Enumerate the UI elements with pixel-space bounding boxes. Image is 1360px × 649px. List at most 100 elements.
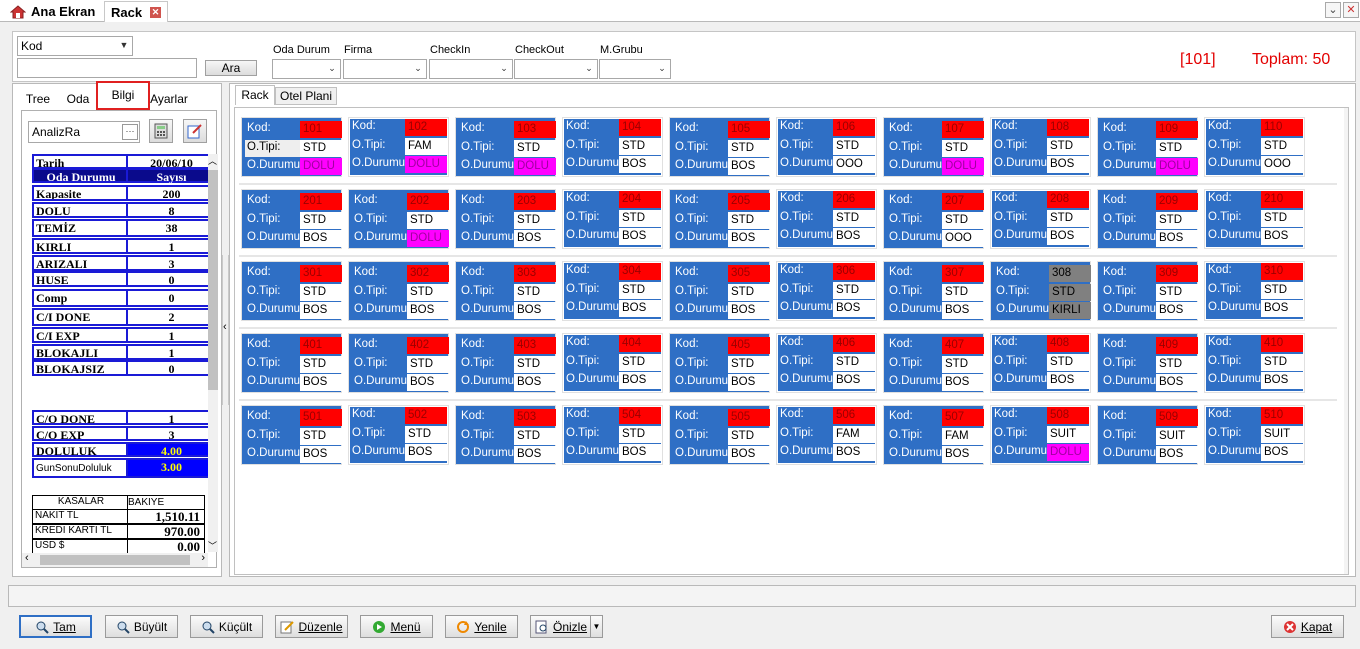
room-card[interactable]: Kod: 301 O.Tipi: STD O.Durumu: BOS (241, 261, 342, 321)
room-card[interactable]: Kod: 403 O.Tipi: STD O.Durumu: BOS (455, 333, 556, 393)
room-card[interactable]: Kod: 504 O.Tipi: STD O.Durumu: BOS (562, 405, 663, 465)
room-card[interactable]: Kod: 405 O.Tipi: STD O.Durumu: BOS (669, 333, 770, 393)
chevron-left-icon[interactable]: ‹ (25, 552, 29, 564)
room-card[interactable]: Kod: 306 O.Tipi: STD O.Durumu: BOS (776, 261, 877, 321)
duzenle-button[interactable]: Düzenle (275, 615, 348, 638)
room-card[interactable]: Kod: 406 O.Tipi: STD O.Durumu: BOS (776, 333, 877, 393)
checkin-select[interactable]: ⌄ (429, 59, 513, 79)
mgrubu-select[interactable]: ⌄ (599, 59, 671, 79)
tab-ayarlar[interactable]: Ayarlar (149, 90, 189, 110)
room-card-body: Kod: 401 O.Tipi: STD O.Durumu: BOS (242, 334, 342, 392)
room-card[interactable]: Kod: 108 O.Tipi: STD O.Durumu: BOS (990, 117, 1091, 177)
room-card[interactable]: Kod: 204 O.Tipi: STD O.Durumu: BOS (562, 189, 663, 249)
edit-button[interactable] (183, 119, 207, 143)
room-card[interactable]: Kod: 302 O.Tipi: STD O.Durumu: BOS (348, 261, 449, 321)
room-card[interactable]: Kod: 409 O.Tipi: STD O.Durumu: BOS (1097, 333, 1198, 393)
room-card[interactable]: Kod: 401 O.Tipi: STD O.Durumu: BOS (241, 333, 342, 393)
room-card[interactable]: Kod: 501 O.Tipi: STD O.Durumu: BOS (241, 405, 342, 465)
calculator-button[interactable] (149, 119, 173, 143)
tab-tree[interactable]: Tree (19, 90, 57, 110)
room-card[interactable]: Kod: 510 O.Tipi: SUIT O.Durumu: BOS (1204, 405, 1305, 465)
chevron-right-icon[interactable]: › (201, 552, 205, 564)
close-icon[interactable]: ✕ (150, 6, 162, 18)
menu-button[interactable]: Menü (360, 615, 433, 638)
buyult-button[interactable]: Büyült (105, 615, 178, 638)
room-card[interactable]: Kod: 509 O.Tipi: SUIT O.Durumu: BOS (1097, 405, 1198, 465)
chevron-down-icon[interactable]: ﹀ (208, 539, 217, 552)
chevron-up-icon[interactable]: ︿ (208, 154, 217, 167)
close-icon[interactable]: ✕ (1343, 2, 1359, 18)
room-type: STD (1156, 212, 1198, 229)
tab-otel-plani[interactable]: Otel Plani (275, 87, 337, 105)
vertical-scrollbar[interactable]: ︿ ﹀ (208, 154, 218, 552)
yenile-button[interactable]: Yenile (445, 615, 518, 638)
room-card[interactable]: Kod: 309 O.Tipi: STD O.Durumu: BOS (1097, 261, 1198, 321)
horizontal-scrollbar[interactable]: ‹ › (22, 552, 208, 567)
scrollbar-thumb[interactable] (40, 555, 190, 565)
ellipsis-icon[interactable]: ··· (122, 124, 138, 140)
room-card[interactable]: Kod: 310 O.Tipi: STD O.Durumu: BOS (1204, 261, 1305, 321)
tab-oda[interactable]: Oda (61, 90, 95, 110)
splitter-handle[interactable]: ‹ (222, 255, 229, 405)
room-card[interactable]: Kod: 104 O.Tipi: STD O.Durumu: BOS (562, 117, 663, 177)
room-card[interactable]: Kod: 203 O.Tipi: STD O.Durumu: BOS (455, 189, 556, 249)
kapat-button[interactable]: Kapat (1271, 615, 1344, 638)
room-card[interactable]: Kod: 508 O.Tipi: SUIT O.Durumu: DOLU (990, 405, 1091, 465)
room-card[interactable]: Kod: 110 O.Tipi: STD O.Durumu: OOO (1204, 117, 1305, 177)
room-card[interactable]: Kod: 402 O.Tipi: STD O.Durumu: BOS (348, 333, 449, 393)
room-card[interactable]: Kod: 210 O.Tipi: STD O.Durumu: BOS (1204, 189, 1305, 249)
room-card[interactable]: Kod: 404 O.Tipi: STD O.Durumu: BOS (562, 333, 663, 393)
chevron-down-icon[interactable]: ▼ (590, 616, 602, 637)
room-card[interactable]: Kod: 505 O.Tipi: STD O.Durumu: BOS (669, 405, 770, 465)
room-card[interactable]: Kod: 202 O.Tipi: STD O.Durumu: DOLU (348, 189, 449, 249)
firma-select[interactable]: ⌄ (343, 59, 427, 79)
tab-rack[interactable]: Rack ✕ (104, 1, 169, 22)
tam-button[interactable]: Tam (19, 615, 92, 638)
room-card[interactable]: Kod: 102 O.Tipi: FAM O.Durumu: DOLU (348, 117, 449, 177)
room-type: STD (405, 426, 447, 443)
room-status-label: O.Durumu: (780, 445, 837, 457)
tab-bilgi[interactable]: Bilgi (96, 81, 150, 110)
room-card[interactable]: Kod: 209 O.Tipi: STD O.Durumu: BOS (1097, 189, 1198, 249)
room-card[interactable]: Kod: 207 O.Tipi: STD O.Durumu: OOO (883, 189, 984, 249)
onizle-button[interactable]: Önizle ▼ (530, 615, 603, 638)
ara-button[interactable]: Ara (205, 60, 257, 76)
room-card[interactable]: Kod: 407 O.Tipi: STD O.Durumu: BOS (883, 333, 984, 393)
room-card[interactable]: Kod: 103 O.Tipi: STD O.Durumu: DOLU (455, 117, 556, 177)
room-card[interactable]: Kod: 303 O.Tipi: STD O.Durumu: BOS (455, 261, 556, 321)
room-card[interactable]: Kod: 507 O.Tipi: FAM O.Durumu: BOS (883, 405, 984, 465)
room-card[interactable]: Kod: 201 O.Tipi: STD O.Durumu: BOS (241, 189, 342, 249)
room-card[interactable]: Kod: 307 O.Tipi: STD O.Durumu: BOS (883, 261, 984, 321)
room-card[interactable]: Kod: 304 O.Tipi: STD O.Durumu: BOS (562, 261, 663, 321)
tab-ana-ekran[interactable]: Ana Ekran (4, 1, 101, 22)
chevron-down-icon[interactable]: ⌄ (1325, 2, 1341, 18)
room-card[interactable]: Kod: 205 O.Tipi: STD O.Durumu: BOS (669, 189, 770, 249)
room-card[interactable]: Kod: 106 O.Tipi: STD O.Durumu: OOO (776, 117, 877, 177)
room-card[interactable]: Kod: 408 O.Tipi: STD O.Durumu: BOS (990, 333, 1091, 393)
room-card[interactable]: Kod: 503 O.Tipi: STD O.Durumu: BOS (455, 405, 556, 465)
tab-rack-view[interactable]: Rack (235, 85, 275, 105)
search-input[interactable] (17, 58, 197, 78)
checkout-select[interactable]: ⌄ (514, 59, 598, 79)
room-card[interactable]: Kod: 109 O.Tipi: STD O.Durumu: DOLU (1097, 117, 1198, 177)
checkin-label: CheckIn (430, 44, 471, 56)
analiz-select[interactable]: AnalizRa ··· (28, 121, 140, 143)
room-card[interactable]: Kod: 502 O.Tipi: STD O.Durumu: BOS (348, 405, 449, 465)
room-card[interactable]: Kod: 506 O.Tipi: FAM O.Durumu: BOS (776, 405, 877, 465)
room-card[interactable]: Kod: 305 O.Tipi: STD O.Durumu: BOS (669, 261, 770, 321)
kucult-button[interactable]: Küçült (190, 615, 263, 638)
room-card[interactable]: Kod: 101 O.Tipi: STD O.Durumu: DOLU (241, 117, 342, 177)
room-card[interactable]: Kod: 105 O.Tipi: STD O.Durumu: BOS (669, 117, 770, 177)
room-code-label: Kod: (461, 338, 485, 350)
room-card[interactable]: Kod: 308 O.Tipi: STD O.Durumu: KIRLI (990, 261, 1091, 321)
room-card[interactable]: Kod: 107 O.Tipi: STD O.Durumu: DOLU (883, 117, 984, 177)
kod-select[interactable]: Kod ▼ (17, 36, 133, 56)
room-card[interactable]: Kod: 206 O.Tipi: STD O.Durumu: BOS (776, 189, 877, 249)
oda-durum-select[interactable]: ⌄ (272, 59, 341, 79)
room-status: DOLU (1047, 444, 1089, 461)
room-card[interactable]: Kod: 208 O.Tipi: STD O.Durumu: BOS (990, 189, 1091, 249)
room-number: 401 (300, 337, 342, 354)
scrollbar-thumb[interactable] (208, 170, 218, 390)
room-card[interactable]: Kod: 410 O.Tipi: STD O.Durumu: BOS (1204, 333, 1305, 393)
chevron-left-icon[interactable]: ‹ (223, 321, 227, 333)
